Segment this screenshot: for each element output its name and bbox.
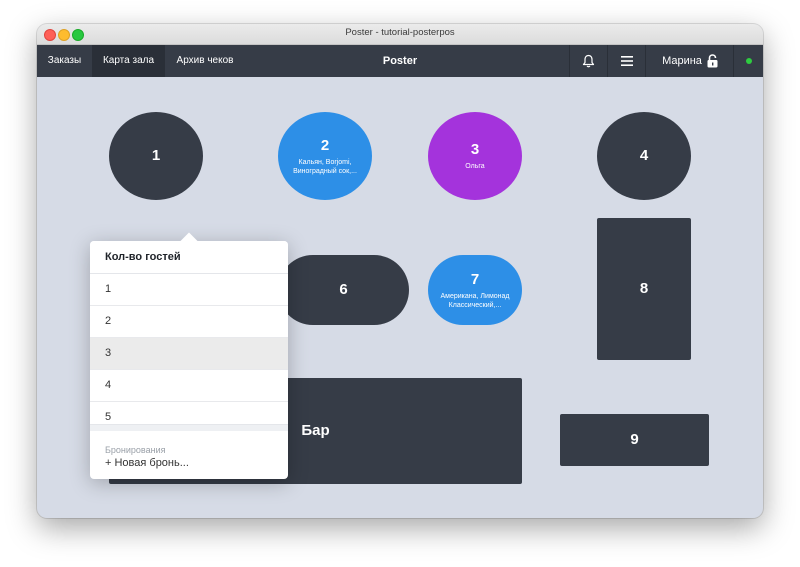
table-3[interactable]: 3 Ольга — [428, 112, 522, 200]
table-order-summary: Американа, Лимонад Классический,... — [440, 292, 510, 309]
tab-orders[interactable]: Заказы — [37, 45, 92, 77]
guest-count-option[interactable]: 5 — [90, 402, 288, 424]
notifications-button[interactable] — [569, 45, 607, 77]
menu-button[interactable] — [607, 45, 645, 77]
guest-count-popover: Кол-во гостей 1 2 3 4 5 Бронирования + Н… — [90, 232, 288, 479]
floor-map: 1 2 Кальян, Borjomi, Виноградный сок,...… — [37, 77, 763, 518]
bell-icon — [582, 54, 595, 68]
new-booking-link[interactable]: + Новая бронь... — [105, 457, 288, 469]
connection-status — [733, 45, 763, 77]
tab-hall-map[interactable]: Карта зала — [92, 45, 165, 77]
table-number: 3 — [470, 141, 480, 158]
guest-count-title: Кол-во гостей — [90, 241, 288, 274]
table-number: 7 — [470, 270, 480, 288]
menu-icon — [620, 56, 633, 66]
guest-count-option[interactable]: 4 — [90, 370, 288, 402]
user-lock-button[interactable]: Марина — [645, 45, 734, 77]
user-name: Марина — [662, 55, 702, 67]
table-number: 8 — [639, 280, 649, 297]
online-status-dot — [746, 58, 752, 64]
table-number: 2 — [320, 136, 330, 154]
popover-divider — [90, 424, 288, 431]
table-order-summary: Ольга — [465, 163, 485, 170]
table-number: 9 — [630, 431, 639, 448]
table-7[interactable]: 7 Американа, Лимонад Классический,... — [428, 255, 522, 325]
guest-count-option[interactable]: 1 — [90, 274, 288, 306]
window-title: Poster - tutorial-posterpos — [345, 27, 455, 38]
table-6[interactable]: 6 — [278, 255, 409, 325]
bookings-label: Бронирования — [105, 445, 166, 455]
guest-count-option-selected[interactable]: 3 — [90, 338, 288, 370]
table-9[interactable]: 9 — [560, 414, 709, 466]
table-order-summary: Кальян, Borjomi, Виноградный сок,... — [293, 158, 357, 175]
bookings-section: Бронирования + Новая бронь... — [90, 431, 288, 469]
lock-icon — [707, 54, 718, 68]
table-number: 4 — [639, 147, 649, 164]
guest-count-list[interactable]: 1 2 3 4 5 — [90, 274, 288, 424]
top-nav-bar: Заказы Карта зала Архив чеков Poster Мар… — [37, 45, 763, 77]
table-8[interactable]: 8 — [597, 218, 691, 360]
app-window: Poster - tutorial-posterpos Заказы Карта… — [37, 24, 763, 518]
table-number: 1 — [151, 147, 161, 164]
table-2[interactable]: 2 Кальян, Borjomi, Виноградный сок,... — [278, 112, 372, 200]
table-number: 6 — [339, 281, 348, 298]
title-bar: Poster - tutorial-posterpos — [37, 24, 763, 45]
table-number: Бар — [301, 422, 330, 439]
tab-receipts-archive[interactable]: Архив чеков — [165, 45, 245, 77]
table-1[interactable]: 1 — [109, 112, 203, 200]
table-4[interactable]: 4 — [597, 112, 691, 200]
guest-count-option[interactable]: 2 — [90, 306, 288, 338]
